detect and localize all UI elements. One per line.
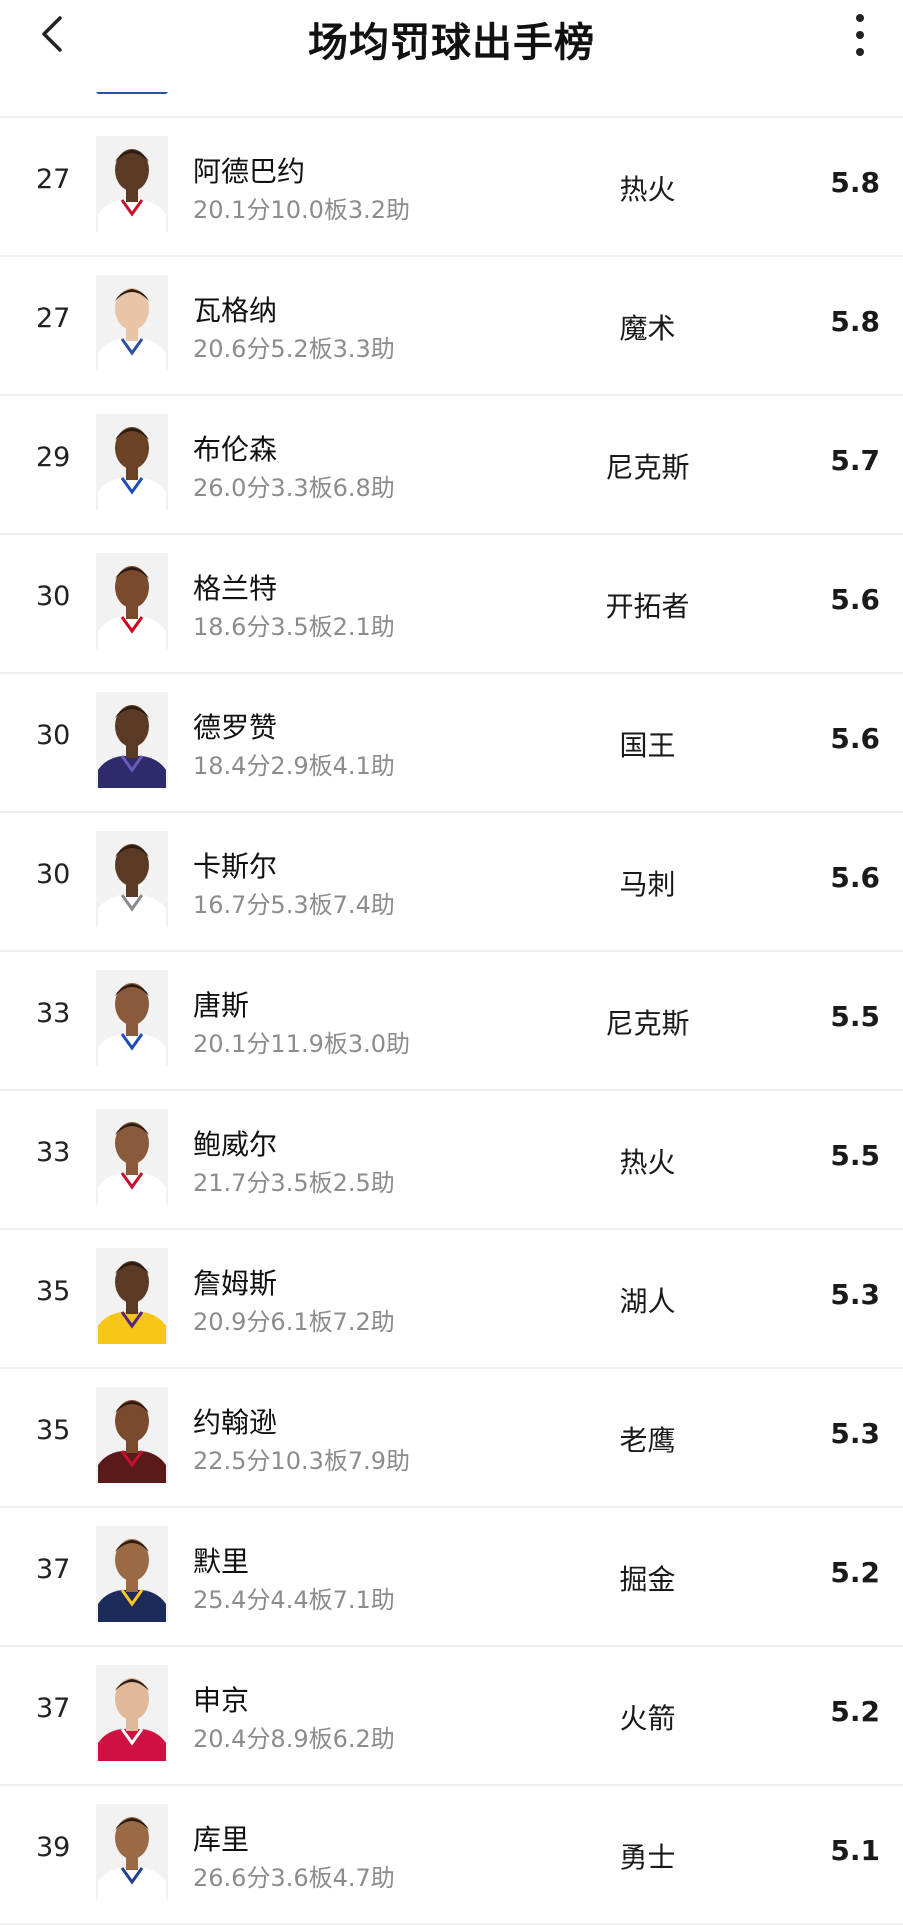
- player-name: 库里: [193, 1823, 250, 1856]
- player-rank: 30: [36, 581, 71, 612]
- player-rank: 35: [36, 1415, 71, 1446]
- free-throw-attempts: 5.6: [830, 583, 880, 616]
- player-row[interactable]: 29 布伦森 26.0分3.3板6.8助 尼克斯 5.7: [0, 396, 903, 535]
- player-row[interactable]: 35 约翰逊 22.5分10.3板7.9助 老鹰 5.3: [0, 1369, 903, 1508]
- player-stats: 18.4分2.9板4.1助: [193, 752, 395, 780]
- ranking-list: 27 阿德巴约 20.1分10.0板3.2助 热火 5.8 27 瓦格纳 20.…: [0, 116, 903, 1925]
- player-rank: 37: [36, 1693, 71, 1724]
- player-stats: 20.6分5.2板3.3助: [193, 335, 395, 363]
- player-team: 老鹰: [619, 1424, 676, 1457]
- player-rank: 29: [36, 442, 71, 473]
- free-throw-attempts: 5.6: [830, 722, 880, 755]
- player-rank: 30: [36, 720, 71, 751]
- player-stats: 22.5分10.3板7.9助: [193, 1447, 411, 1475]
- player-avatar: [96, 1804, 168, 1900]
- player-name: 鲍威尔: [193, 1128, 278, 1161]
- player-row[interactable]: 39 库里 26.6分3.6板4.7助 勇士 5.1: [0, 1786, 903, 1925]
- player-team: 尼克斯: [605, 451, 690, 484]
- player-stats: 20.1分11.9板3.0助: [193, 1030, 411, 1058]
- player-stats: 26.6分3.6板4.7助: [193, 1864, 395, 1892]
- player-row[interactable]: 30 德罗赞 18.4分2.9板4.1助 国王 5.6: [0, 674, 903, 813]
- player-avatar: [96, 692, 168, 788]
- player-row[interactable]: 27 阿德巴约 20.1分10.0板3.2助 热火 5.8: [0, 116, 903, 257]
- player-name: 瓦格纳: [193, 294, 278, 327]
- free-throw-attempts: 5.6: [830, 861, 880, 894]
- free-throw-attempts: 5.1: [830, 1834, 880, 1867]
- player-stats: 16.7分5.3板7.4助: [193, 891, 395, 919]
- player-rank: 33: [36, 998, 71, 1029]
- player-name: 约翰逊: [193, 1406, 278, 1439]
- player-row[interactable]: 37 申京 20.4分8.9板6.2助 火箭 5.2: [0, 1647, 903, 1786]
- player-row[interactable]: 30 格兰特 18.6分3.5板2.1助 开拓者 5.6: [0, 535, 903, 674]
- free-throw-attempts: 5.3: [830, 1417, 880, 1450]
- player-name: 默里: [193, 1545, 250, 1578]
- player-row[interactable]: 33 鲍威尔 21.7分3.5板2.5助 热火 5.5: [0, 1091, 903, 1230]
- player-avatar: [96, 136, 168, 232]
- player-team: 火箭: [619, 1702, 676, 1735]
- free-throw-attempts: 5.2: [830, 1695, 880, 1728]
- player-name: 申京: [193, 1684, 250, 1717]
- player-stats: 21.7分3.5板2.5助: [193, 1169, 395, 1197]
- free-throw-attempts: 5.5: [830, 1139, 880, 1172]
- player-row[interactable]: 27 瓦格纳 20.6分5.2板3.3助 魔术 5.8: [0, 257, 903, 396]
- player-name: 卡斯尔: [193, 850, 278, 883]
- player-avatar: [96, 1526, 168, 1622]
- player-avatar: [96, 553, 168, 649]
- player-stats: 20.9分6.1板7.2助: [193, 1308, 395, 1336]
- player-team: 掘金: [619, 1563, 676, 1596]
- free-throw-attempts: 5.8: [830, 166, 880, 199]
- player-name: 詹姆斯: [193, 1267, 278, 1300]
- player-avatar: [96, 414, 168, 510]
- player-team: 马刺: [619, 868, 676, 901]
- player-team: 勇士: [619, 1841, 676, 1874]
- player-team: 热火: [619, 173, 676, 206]
- player-stats: 20.4分8.9板6.2助: [193, 1725, 395, 1753]
- player-avatar: [96, 1109, 168, 1205]
- player-rank: 33: [36, 1137, 71, 1168]
- player-rank: 39: [36, 1832, 71, 1863]
- player-rank: 27: [36, 303, 71, 334]
- player-team: 湖人: [619, 1285, 676, 1318]
- player-team: 尼克斯: [605, 1007, 690, 1040]
- player-team: 魔术: [619, 312, 676, 345]
- free-throw-attempts: 5.2: [830, 1556, 880, 1589]
- player-row[interactable]: 37 默里 25.4分4.4板7.1助 掘金 5.2: [0, 1508, 903, 1647]
- player-stats: 25.4分4.4板7.1助: [193, 1586, 395, 1614]
- player-name: 阿德巴约: [193, 155, 306, 188]
- player-rank: 30: [36, 859, 71, 890]
- player-team: 国王: [619, 729, 676, 762]
- player-avatar: [96, 831, 168, 927]
- player-avatar: [96, 275, 168, 371]
- player-name: 德罗赞: [193, 711, 278, 744]
- player-avatar: [96, 1665, 168, 1761]
- top-bar: 场均罚球出手榜: [0, 0, 903, 92]
- page-title: 场均罚球出手榜: [308, 20, 595, 66]
- free-throw-attempts: 5.5: [830, 1000, 880, 1033]
- player-name: 唐斯: [193, 989, 250, 1022]
- player-rank: 27: [36, 164, 71, 195]
- player-row[interactable]: 33 唐斯 20.1分11.9板3.0助 尼克斯 5.5: [0, 952, 903, 1091]
- player-avatar: [96, 970, 168, 1066]
- player-stats: 18.6分3.5板2.1助: [193, 613, 395, 641]
- player-team: 热火: [619, 1146, 676, 1179]
- more-vertical-icon[interactable]: [845, 10, 875, 60]
- player-avatar: [96, 1248, 168, 1344]
- player-stats: 20.1分10.0板3.2助: [193, 196, 411, 224]
- player-rank: 37: [36, 1554, 71, 1585]
- free-throw-attempts: 5.8: [830, 305, 880, 338]
- player-avatar: [96, 1387, 168, 1483]
- player-team: 开拓者: [605, 590, 690, 623]
- player-stats: 26.0分3.3板6.8助: [193, 474, 395, 502]
- player-rank: 35: [36, 1276, 71, 1307]
- free-throw-attempts: 5.7: [830, 444, 880, 477]
- player-row[interactable]: 35 詹姆斯 20.9分6.1板7.2助 湖人 5.3: [0, 1230, 903, 1369]
- player-name: 布伦森: [193, 433, 278, 466]
- player-row[interactable]: 30 卡斯尔 16.7分5.3板7.4助 马刺 5.6: [0, 813, 903, 952]
- player-name: 格兰特: [193, 572, 278, 605]
- free-throw-attempts: 5.3: [830, 1278, 880, 1311]
